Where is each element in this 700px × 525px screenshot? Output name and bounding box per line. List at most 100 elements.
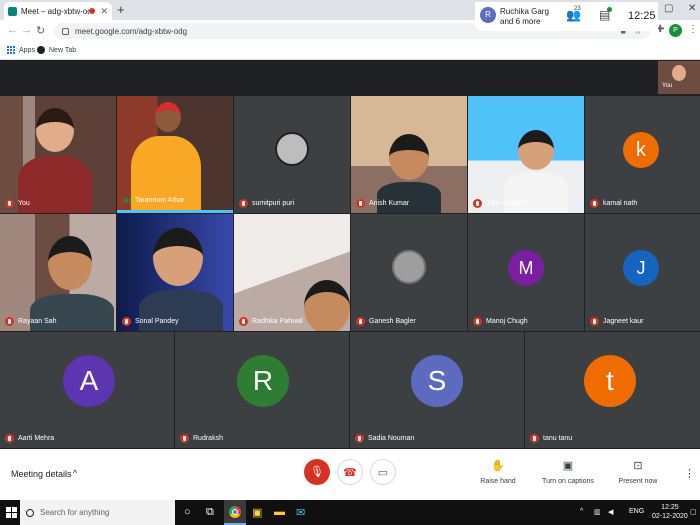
taskbar-clock[interactable]: 12:25 02-12-2020 (652, 503, 688, 521)
present-now-button[interactable]: ⊡ Present now (618, 459, 658, 485)
profile-photo (275, 132, 309, 166)
captions-button[interactable]: ▣ Turn on captions (540, 459, 596, 485)
bookmark-label: Apps (19, 46, 35, 54)
participant-tile[interactable]: Rayaan Sah (0, 214, 116, 331)
letter-avatar: t (584, 355, 636, 407)
participant-face (518, 130, 554, 170)
back-arrow-icon[interactable]: ← (7, 24, 18, 36)
participant-name: Anish Kumar (369, 200, 410, 207)
taskbar-search-placeholder: Search for anything (40, 508, 110, 517)
participant-tile[interactable]: Ganesh Bagler (351, 214, 467, 331)
participant-tile[interactable]: Jatin Chawla (468, 96, 584, 213)
participant-tile[interactable]: Radhika Pahwal (234, 214, 350, 331)
participant-tile[interactable]: A Aarti Mehra (0, 332, 174, 448)
maximize-button[interactable]: ▢ (664, 3, 673, 14)
hang-up-icon: ☎ (343, 467, 357, 479)
participant-tile[interactable]: sumitpuri puri (234, 96, 350, 213)
present-now-label: Present now (618, 478, 658, 485)
mic-muted-icon (356, 317, 365, 326)
self-view-thumbnail[interactable]: You (658, 61, 700, 94)
participant-tile[interactable]: R Rudraksh (175, 332, 349, 448)
file-explorer-icon[interactable]: ▬ (274, 506, 285, 518)
taskbar-search[interactable]: Search for anything (20, 500, 175, 525)
meet-top-bar (0, 61, 700, 94)
present-icon: ⊡ (633, 460, 643, 472)
participant-name: Rudraksh (193, 435, 223, 442)
mic-muted-icon (122, 317, 131, 326)
volume-icon[interactable]: ◀ (608, 508, 613, 516)
forward-arrow-icon[interactable]: → (21, 24, 32, 36)
mic-off-icon: 🎙 (310, 466, 324, 478)
tab-meet[interactable]: Meet – adg-xbtw-odg ✕ (4, 2, 112, 20)
meet-favicon-icon (8, 6, 17, 16)
mic-muted-icon (5, 434, 14, 443)
more-options-icon[interactable]: ⋮ (684, 467, 695, 480)
store-icon[interactable]: ▣ (252, 506, 262, 519)
language-indicator[interactable]: ENG (629, 508, 644, 515)
participant-name: Tarannum Athar (135, 197, 185, 204)
captions-icon: ▣ (562, 460, 574, 472)
globe-icon (37, 46, 45, 54)
mic-muted-icon (590, 199, 599, 208)
mic-muted-icon (239, 199, 248, 208)
chrome-menu-icon[interactable]: ⋮ (688, 24, 698, 35)
bookmarks-bar: Apps New Tab (0, 42, 700, 60)
tab-title: Meet – adg-xbtw-odg (21, 6, 90, 16)
participant-tile[interactable]: You (0, 96, 116, 213)
presenter-info[interactable]: Ruchika Garg and 6 more (500, 7, 549, 27)
profile-photo (392, 250, 426, 284)
cortana-icon[interactable]: ○ (184, 506, 191, 518)
letter-avatar: S (411, 355, 463, 407)
chevron-up-icon[interactable]: ^ (73, 468, 77, 478)
search-icon (26, 508, 34, 517)
chrome-taskbar-icon[interactable] (229, 506, 241, 518)
reload-icon[interactable]: ↻ (36, 24, 45, 37)
letter-avatar: J (623, 250, 659, 286)
tab-close-icon[interactable]: ✕ (100, 6, 108, 17)
camera-toggle-button[interactable]: ▭ (370, 459, 396, 485)
mic-muted-icon (530, 434, 539, 443)
recording-dot-icon (89, 8, 96, 14)
presenter-more: and 6 more (500, 17, 541, 26)
close-window-button[interactable]: ✕ (688, 3, 696, 14)
participant-name: Sadia Nouman (368, 435, 415, 442)
bookmark-new-tab[interactable]: New Tab (37, 46, 76, 54)
bookmark-apps[interactable]: Apps (7, 46, 35, 54)
letter-avatar: R (237, 355, 289, 407)
participant-tile[interactable]: J Jagneet kaur (585, 214, 700, 331)
participant-tile[interactable]: Anish Kumar (351, 96, 467, 213)
windows-start-icon[interactable] (6, 507, 17, 518)
mic-muted-icon (473, 317, 482, 326)
participant-tile[interactable]: t tanu tanu (525, 332, 700, 448)
mic-muted-icon (5, 317, 14, 326)
task-view-icon[interactable]: ⧉ (206, 506, 214, 519)
letter-avatar: k (623, 132, 659, 168)
meeting-details-button[interactable]: Meeting details (11, 469, 72, 479)
letter-avatar: M (508, 250, 544, 286)
network-icon[interactable]: ▥ (594, 508, 601, 516)
raise-hand-button[interactable]: ✋ Raise hand (478, 459, 518, 485)
participant-name: tanu tanu (543, 435, 573, 442)
new-tab-button[interactable]: + (117, 2, 125, 18)
participant-tile[interactable]: k kamal nath (585, 96, 700, 213)
apps-grid-icon (7, 46, 15, 54)
notifications-icon[interactable]: ▢ (690, 508, 697, 516)
participant-tile[interactable]: S Sadia Nouman (350, 332, 524, 448)
mic-muted-icon (5, 199, 14, 208)
lock-icon (62, 27, 69, 35)
mic-toggle-button[interactable]: 🎙 (304, 459, 330, 485)
participant-tile[interactable]: Sonal Pandey (117, 214, 233, 331)
participant-body (377, 182, 441, 213)
participant-face (304, 280, 350, 331)
tray-chevron-icon[interactable]: ^ (580, 508, 583, 515)
mail-icon[interactable]: ✉ (296, 506, 305, 519)
participant-tile[interactable]: M Manoj Chugh (468, 214, 584, 331)
leave-call-button[interactable]: ☎ (337, 459, 363, 485)
people-count: 23 (574, 6, 581, 12)
participant-name: Ganesh Bagler (369, 318, 416, 325)
participant-name: Sonal Pandey (135, 318, 179, 325)
hand-icon: ✋ (491, 460, 505, 472)
participant-tile[interactable]: Tarannum Athar (117, 96, 233, 213)
profile-avatar[interactable]: P (669, 24, 682, 37)
mic-muted-icon (473, 199, 482, 208)
